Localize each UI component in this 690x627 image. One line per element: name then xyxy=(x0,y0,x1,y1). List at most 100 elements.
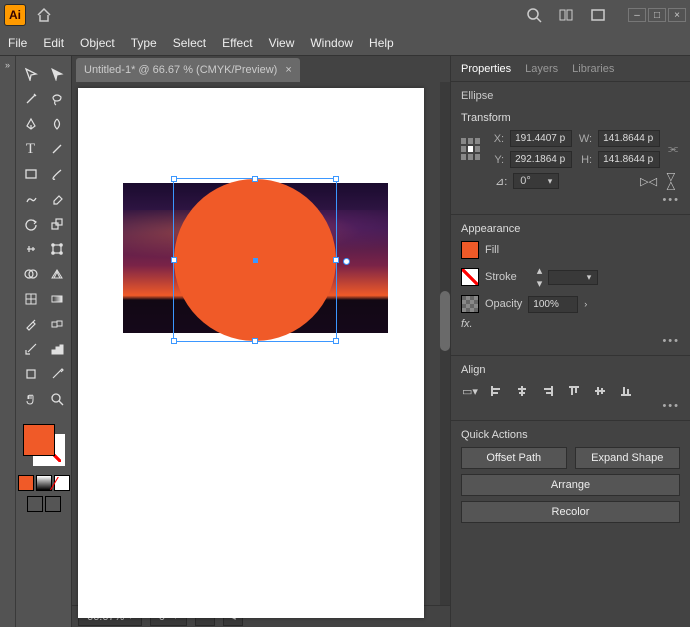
width-tool[interactable] xyxy=(18,237,44,261)
flip-vertical-icon[interactable]: ▷◁ xyxy=(665,173,678,190)
stroke-weight-up[interactable]: ▴ xyxy=(537,264,543,277)
rotate-tool[interactable] xyxy=(18,212,44,236)
arrange-button[interactable]: Arrange xyxy=(461,474,680,496)
appearance-more[interactable]: ••• xyxy=(461,335,680,347)
fill-swatch[interactable] xyxy=(23,424,55,456)
close-button[interactable]: × xyxy=(668,8,686,22)
center-point[interactable] xyxy=(253,258,258,263)
handle-se[interactable] xyxy=(333,338,339,344)
curvature-tool[interactable] xyxy=(44,112,70,136)
eyedropper-tool[interactable] xyxy=(18,312,44,336)
handle-n[interactable] xyxy=(252,176,258,182)
color-mode-solid[interactable] xyxy=(18,475,34,491)
handle-s[interactable] xyxy=(252,338,258,344)
maximize-button[interactable]: □ xyxy=(648,8,666,22)
handle-sw[interactable] xyxy=(171,338,177,344)
scrollbar-thumb[interactable] xyxy=(440,291,450,351)
line-segment-tool[interactable] xyxy=(44,137,70,161)
offset-path-button[interactable]: Offset Path xyxy=(461,447,567,469)
recolor-button[interactable]: Recolor xyxy=(461,501,680,523)
document-tab[interactable]: Untitled-1* @ 66.67 % (CMYK/Preview) × xyxy=(76,58,300,82)
collapsed-panel-rail[interactable]: » xyxy=(0,56,16,627)
type-tool[interactable]: T xyxy=(18,137,44,161)
draw-normal[interactable] xyxy=(27,496,43,512)
screen-mode-icon[interactable] xyxy=(584,1,612,29)
menu-select[interactable]: Select xyxy=(173,36,206,50)
menu-edit[interactable]: Edit xyxy=(43,36,64,50)
close-tab-icon[interactable]: × xyxy=(285,64,291,76)
canvas-viewport[interactable] xyxy=(72,82,450,605)
handle-w[interactable] xyxy=(171,257,177,263)
transform-h-input[interactable]: 141.8644 p xyxy=(598,151,660,168)
stroke-weight-down[interactable]: ▾ xyxy=(537,277,543,290)
rotate-input[interactable]: 0°▾ xyxy=(513,173,559,189)
shaper-tool[interactable] xyxy=(18,187,44,211)
pie-widget[interactable] xyxy=(343,258,350,265)
artboard[interactable] xyxy=(78,88,424,618)
tab-libraries[interactable]: Libraries xyxy=(572,63,614,75)
color-mode-none[interactable]: ⁄ xyxy=(54,475,70,491)
zoom-tool[interactable] xyxy=(44,387,70,411)
search-icon[interactable] xyxy=(520,1,548,29)
blend-tool[interactable] xyxy=(44,312,70,336)
handle-e[interactable] xyxy=(333,257,339,263)
home-icon[interactable] xyxy=(30,1,58,29)
direct-selection-tool[interactable] xyxy=(44,62,70,86)
align-bottom-icon[interactable] xyxy=(617,382,635,400)
handle-ne[interactable] xyxy=(333,176,339,182)
align-left-icon[interactable] xyxy=(487,382,505,400)
handle-nw[interactable] xyxy=(171,176,177,182)
fill-stroke-swatches[interactable] xyxy=(21,422,67,468)
tab-layers[interactable]: Layers xyxy=(525,63,558,75)
column-graph-tool[interactable] xyxy=(44,337,70,361)
free-transform-tool[interactable] xyxy=(44,237,70,261)
transform-x-input[interactable]: 191.4407 p xyxy=(510,130,572,147)
align-top-icon[interactable] xyxy=(565,382,583,400)
align-vcenter-icon[interactable] xyxy=(591,382,609,400)
fill-color-swatch[interactable] xyxy=(461,241,479,259)
artboard-tool[interactable] xyxy=(18,362,44,386)
arrange-documents-icon[interactable] xyxy=(552,1,580,29)
magic-wand-tool[interactable] xyxy=(18,87,44,111)
align-more[interactable]: ••• xyxy=(461,400,680,412)
opacity-input[interactable]: 100% xyxy=(528,296,578,313)
transform-w-input[interactable]: 141.8644 p xyxy=(598,130,660,147)
transform-more[interactable]: ••• xyxy=(461,194,680,206)
reference-point-grid[interactable] xyxy=(461,138,480,160)
color-mode-gradient[interactable] xyxy=(36,475,52,491)
expand-shape-button[interactable]: Expand Shape xyxy=(575,447,681,469)
menu-object[interactable]: Object xyxy=(80,36,115,50)
slice-tool[interactable] xyxy=(44,362,70,386)
stroke-weight-input[interactable]: ▾ xyxy=(548,270,598,285)
selection-tool[interactable] xyxy=(18,62,44,86)
rectangle-tool[interactable] xyxy=(18,162,44,186)
align-to-icon[interactable]: ▭▾ xyxy=(461,382,479,400)
opacity-flyout[interactable]: › xyxy=(584,299,587,309)
fx-button[interactable]: fx. xyxy=(461,318,473,330)
align-hcenter-icon[interactable] xyxy=(513,382,531,400)
draw-behind[interactable] xyxy=(45,496,61,512)
perspective-grid-tool[interactable] xyxy=(44,262,70,286)
mesh-tool[interactable] xyxy=(18,287,44,311)
menu-window[interactable]: Window xyxy=(310,36,353,50)
shape-builder-tool[interactable] xyxy=(18,262,44,286)
align-right-icon[interactable] xyxy=(539,382,557,400)
gradient-tool[interactable] xyxy=(44,287,70,311)
symbol-sprayer-tool[interactable] xyxy=(18,337,44,361)
vertical-scrollbar[interactable] xyxy=(440,82,450,605)
eraser-tool[interactable] xyxy=(44,187,70,211)
hand-tool[interactable] xyxy=(18,387,44,411)
tab-properties[interactable]: Properties xyxy=(461,63,511,75)
flip-horizontal-icon[interactable]: ▷◁ xyxy=(640,175,657,188)
menu-file[interactable]: File xyxy=(8,36,27,50)
paintbrush-tool[interactable] xyxy=(44,162,70,186)
menu-help[interactable]: Help xyxy=(369,36,394,50)
menu-view[interactable]: View xyxy=(269,36,295,50)
link-wh-icon[interactable]: ⫘ xyxy=(666,143,680,156)
lasso-tool[interactable] xyxy=(44,87,70,111)
menu-type[interactable]: Type xyxy=(131,36,157,50)
transform-y-input[interactable]: 292.1864 p xyxy=(510,151,572,168)
pen-tool[interactable] xyxy=(18,112,44,136)
minimize-button[interactable]: – xyxy=(628,8,646,22)
menu-effect[interactable]: Effect xyxy=(222,36,252,50)
